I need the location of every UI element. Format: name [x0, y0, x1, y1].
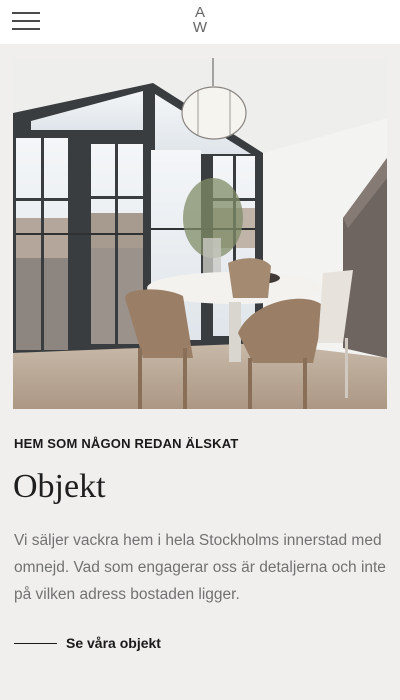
see-listings-link[interactable]: Se våra objekt [14, 632, 161, 654]
cta-line-decoration [14, 642, 57, 644]
logo-letter-bottom: W [192, 19, 208, 36]
hero-image [13, 58, 387, 409]
logo-letter-top: A [194, 4, 205, 21]
menu-bar [12, 28, 40, 30]
menu-bar [12, 12, 40, 14]
cta-label: Se våra objekt [66, 635, 161, 651]
menu-bar [12, 20, 40, 22]
site-header: A W [0, 0, 400, 44]
site-logo[interactable]: A W [188, 5, 212, 39]
hamburger-menu-icon[interactable] [12, 9, 40, 33]
section-eyebrow: HEM SOM NÅGON REDAN ÄLSKAT [14, 436, 239, 451]
page-title: Objekt [13, 468, 106, 505]
section-description: Vi säljer vackra hem i hela Stockholms i… [14, 532, 386, 603]
